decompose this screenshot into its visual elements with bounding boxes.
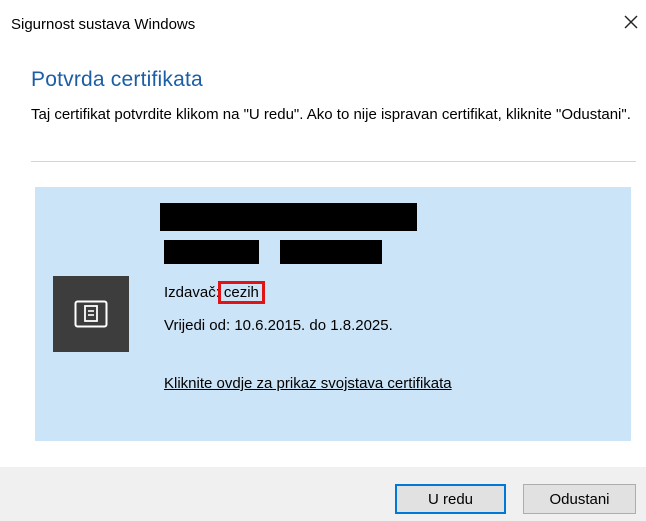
- title-bar-text: Sigurnost sustava Windows: [11, 16, 196, 33]
- divider: [31, 161, 636, 162]
- close-button[interactable]: [618, 8, 644, 36]
- dialog-heading: Potvrda certifikata: [31, 68, 203, 91]
- ok-button[interactable]: U redu: [395, 484, 506, 514]
- redacted-subject-detail-1: [164, 240, 259, 264]
- validity-period: Vrijedi od: 10.6.2015. do 1.8.2025.: [164, 317, 393, 334]
- redacted-subject-name: [160, 203, 417, 231]
- certificate-details-link[interactable]: Kliknite ovdje za prikaz svojstava certi…: [164, 374, 454, 394]
- redacted-subject-detail-2: [280, 240, 382, 264]
- dialog-instruction: Taj certifikat potvrdite klikom na "U re…: [31, 106, 631, 123]
- issuer-value: cezih: [217, 281, 265, 304]
- issuer-row: Izdavač: cezih: [164, 281, 265, 304]
- close-icon: [624, 15, 638, 29]
- issuer-label: Izdavač:: [164, 284, 220, 301]
- cancel-button[interactable]: Odustani: [523, 484, 636, 514]
- certificate-icon: [53, 276, 129, 352]
